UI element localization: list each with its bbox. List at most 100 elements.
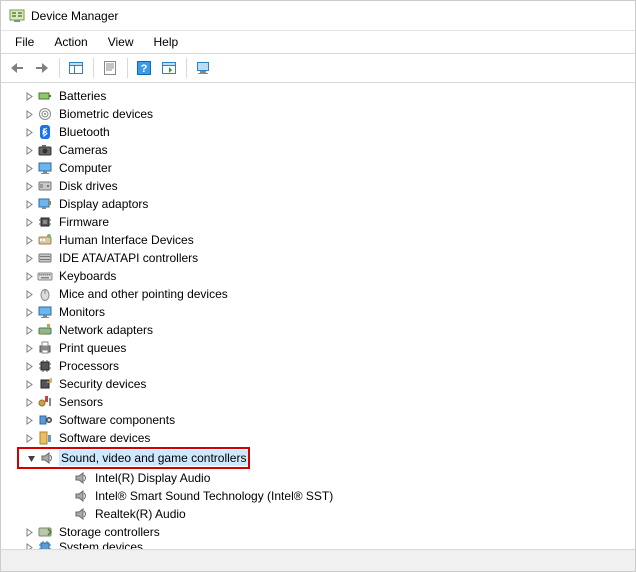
show-hide-tree-button[interactable] (64, 56, 88, 80)
fingerprint-icon (37, 106, 53, 122)
menu-view[interactable]: View (98, 33, 144, 51)
properties-button[interactable] (98, 56, 122, 80)
forward-button[interactable] (30, 56, 54, 80)
expand-icon[interactable] (21, 88, 37, 104)
tree-category[interactable]: Batteries (1, 87, 635, 105)
tree-category[interactable]: Monitors (1, 303, 635, 321)
tree-category[interactable]: System devices (1, 541, 635, 549)
ide-icon (37, 250, 53, 266)
toolbar-separator (186, 58, 187, 78)
tree-label: Security devices (57, 376, 148, 392)
tree-category[interactable]: Mice and other pointing devices (1, 285, 635, 303)
expand-icon[interactable] (21, 214, 37, 230)
expand-icon[interactable] (21, 541, 37, 549)
expand-icon[interactable] (21, 286, 37, 302)
speaker-icon (39, 450, 55, 466)
devices-button[interactable] (191, 56, 215, 80)
tree-category[interactable]: Human Interface Devices (1, 231, 635, 249)
expand-icon[interactable] (21, 340, 37, 356)
expand-icon[interactable] (21, 524, 37, 540)
expand-icon[interactable] (21, 160, 37, 176)
tree-label: Network adapters (57, 322, 155, 338)
expand-icon[interactable] (21, 376, 37, 392)
tree-category[interactable]: Firmware (1, 213, 635, 231)
status-bar (1, 549, 635, 571)
tree-category[interactable]: Keyboards (1, 267, 635, 285)
expand-icon[interactable] (21, 358, 37, 374)
expand-icon[interactable] (21, 268, 37, 284)
tree-device[interactable]: Intel® Smart Sound Technology (Intel® SS… (1, 487, 635, 505)
tree-device[interactable]: Realtek(R) Audio (1, 505, 635, 523)
tree-category[interactable]: Software components (1, 411, 635, 429)
tree-label: Sound, video and game controllers (59, 450, 248, 466)
tree-view[interactable]: Batteries Biometric devicesBluetoothCamer… (1, 83, 635, 549)
highlighted-category: Sound, video and game controllers (17, 447, 250, 469)
tree-category[interactable]: Print queues (1, 339, 635, 357)
tree-label: Batteries (57, 88, 108, 104)
tree-spacer (57, 470, 73, 486)
network-icon (37, 322, 53, 338)
tree-label: Sensors (57, 394, 105, 410)
tree-label: Intel® Smart Sound Technology (Intel® SS… (93, 488, 335, 504)
back-button[interactable] (5, 56, 29, 80)
tree-label: Mice and other pointing devices (57, 286, 230, 302)
tree-category[interactable]: Security devices (1, 375, 635, 393)
tree-category[interactable]: Sound, video and game controllers (19, 449, 248, 467)
expand-icon[interactable] (21, 412, 37, 428)
tree-category[interactable]: Storage controllers (1, 523, 635, 541)
help-button[interactable]: ? (132, 56, 156, 80)
tree-category[interactable]: Bluetooth (1, 123, 635, 141)
toolbar-separator (127, 58, 128, 78)
tree-category[interactable]: IDE ATA/ATAPI controllers (1, 249, 635, 267)
tree-label: Processors (57, 358, 121, 374)
tree-category[interactable]: Disk drives (1, 177, 635, 195)
system-icon (37, 541, 53, 549)
tree-category[interactable]: Biometric devices (1, 105, 635, 123)
tree-category[interactable]: Software devices (1, 429, 635, 447)
tree-category[interactable]: Network adapters (1, 321, 635, 339)
title-bar: Device Manager (1, 1, 635, 31)
tree-category[interactable]: Cameras (1, 141, 635, 159)
tree-label: Keyboards (57, 268, 118, 284)
tree-spacer (57, 488, 73, 504)
toolbar-separator (59, 58, 60, 78)
tree-label: IDE ATA/ATAPI controllers (57, 250, 200, 266)
tree-device[interactable]: Intel(R) Display Audio (1, 469, 635, 487)
expand-icon[interactable] (21, 322, 37, 338)
expand-icon[interactable] (21, 304, 37, 320)
expand-icon[interactable] (21, 124, 37, 140)
display-adapter-icon (37, 196, 53, 212)
tree-label: Biometric devices (57, 106, 155, 122)
collapse-icon[interactable] (23, 450, 39, 466)
tree-spacer (57, 506, 73, 522)
expand-icon[interactable] (21, 394, 37, 410)
expand-icon[interactable] (21, 178, 37, 194)
speaker-icon (73, 470, 89, 486)
expand-icon[interactable] (21, 196, 37, 212)
tree-label: Monitors (57, 304, 107, 320)
chip-icon (37, 214, 53, 230)
menu-help[interactable]: Help (144, 33, 189, 51)
tree-category[interactable]: Processors (1, 357, 635, 375)
tree-label: Human Interface Devices (57, 232, 196, 248)
tree-label: Disk drives (57, 178, 120, 194)
expand-icon[interactable] (21, 430, 37, 446)
hid-icon (37, 232, 53, 248)
expand-icon[interactable] (21, 232, 37, 248)
expand-icon[interactable] (21, 142, 37, 158)
menu-file[interactable]: File (5, 33, 44, 51)
expand-icon[interactable] (21, 250, 37, 266)
tree-category[interactable]: Display adaptors (1, 195, 635, 213)
tree-label: Cameras (57, 142, 110, 158)
menu-action[interactable]: Action (44, 33, 97, 51)
cpu-icon (37, 358, 53, 374)
battery-icon (37, 88, 53, 104)
toolbar: ? (1, 53, 635, 83)
disk-icon (37, 178, 53, 194)
tree-category[interactable]: Sensors (1, 393, 635, 411)
monitor-icon (37, 304, 53, 320)
expand-icon[interactable] (21, 106, 37, 122)
scan-hardware-button[interactable] (157, 56, 181, 80)
tree-category[interactable]: Computer (1, 159, 635, 177)
sw-component-icon (37, 412, 53, 428)
